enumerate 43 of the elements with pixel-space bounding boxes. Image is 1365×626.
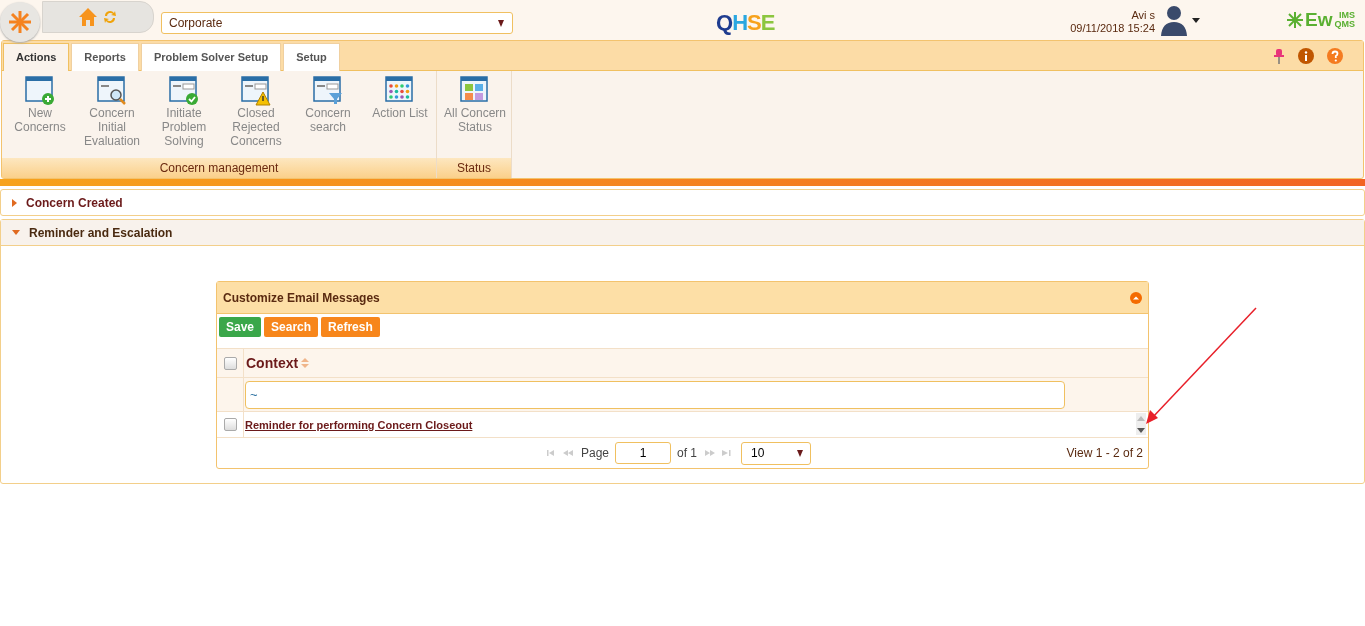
date-time: 09/11/2018 15:24	[1070, 22, 1156, 35]
refresh-icon[interactable]	[102, 9, 118, 25]
page-count: of 1	[677, 446, 698, 460]
window-icon	[169, 76, 199, 106]
app-logo-icon[interactable]	[0, 2, 40, 42]
window-icon	[25, 76, 55, 106]
user-name: Avi s	[1131, 9, 1156, 22]
ribbon-tab[interactable]: Reports	[71, 43, 139, 71]
record-summary: View 1 - 2 of 2	[1066, 446, 1143, 460]
last-page-icon[interactable]	[721, 449, 732, 457]
message-link[interactable]: Reminder for performing Concern Closeout	[245, 418, 473, 431]
collapse-icon[interactable]	[1130, 291, 1142, 304]
sort-icon[interactable]	[301, 357, 310, 369]
column-header[interactable]: Context	[245, 355, 299, 371]
home-icon[interactable]	[78, 7, 98, 27]
page-size-select[interactable]: 10	[741, 441, 812, 465]
caret-icon	[498, 19, 504, 27]
next-page-icon[interactable]	[703, 449, 716, 457]
filter-field[interactable]: ~	[245, 380, 1065, 409]
accordion-header[interactable]: Reminder and Escalation	[1, 220, 1364, 246]
help-icon[interactable]	[1327, 47, 1343, 64]
page-label: Page	[581, 446, 610, 460]
row-checkbox[interactable]	[223, 418, 237, 431]
page-field[interactable]: 1	[615, 442, 672, 464]
organization-select[interactable]: Corporate	[161, 12, 513, 34]
qhse-logo: QHSE	[716, 10, 775, 36]
window-icon	[97, 76, 127, 106]
ribbon-group-label: Status	[437, 158, 511, 178]
ribbon-tab[interactable]: Actions	[3, 43, 70, 71]
first-page-icon[interactable]	[547, 449, 557, 457]
info-icon[interactable]	[1298, 47, 1314, 64]
ribbon-group-label: Concern management	[2, 158, 436, 178]
panel-title: Customize Email Messages	[223, 290, 380, 305]
window-icon	[313, 76, 343, 106]
ribbon-tab[interactable]: Problem Solver Setup	[140, 43, 282, 71]
window-icon	[241, 76, 271, 106]
previous-page-icon[interactable]	[563, 449, 575, 457]
accordion-header[interactable]: Concern Created	[1, 190, 1364, 215]
ribbon-tab[interactable]: Setup	[283, 43, 340, 71]
pin-icon[interactable]	[1273, 47, 1285, 64]
select-all-checkbox[interactable]	[223, 356, 237, 370]
scroll-arrows-icon[interactable]	[1136, 413, 1146, 435]
user-avatar-icon[interactable]	[1159, 3, 1202, 37]
